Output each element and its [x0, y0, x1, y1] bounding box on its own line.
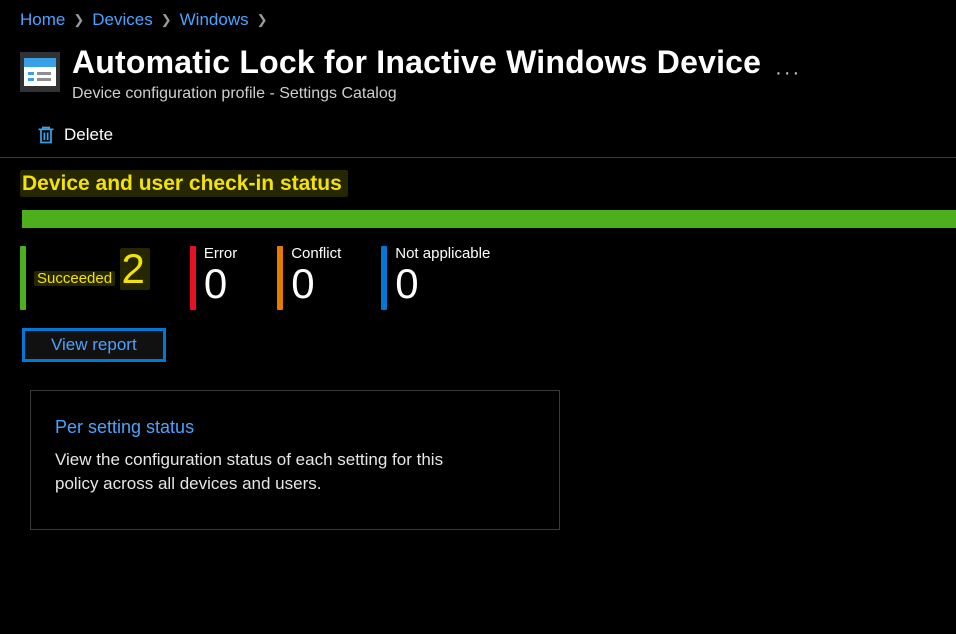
page-title: Automatic Lock for Inactive Windows Devi…	[72, 44, 761, 81]
status-heading: Device and user check-in status	[20, 172, 936, 196]
stat-label: Error	[204, 246, 237, 261]
trash-icon	[36, 125, 56, 145]
status-progress-bar	[22, 210, 956, 228]
page-subtitle: Device configuration profile - Settings …	[72, 85, 761, 103]
delete-button[interactable]: Delete	[36, 125, 113, 145]
more-actions-button[interactable]: ···	[775, 62, 801, 85]
breadcrumb-devices[interactable]: Devices	[92, 10, 152, 30]
page-header: Automatic Lock for Inactive Windows Devi…	[0, 36, 956, 107]
status-stats: Succeeded 2 Error 0 Conflict 0 Not appli…	[0, 228, 956, 314]
stat-not-applicable: Not applicable 0	[381, 246, 490, 310]
settings-catalog-icon	[20, 52, 60, 92]
breadcrumb-home[interactable]: Home	[20, 10, 65, 30]
stat-value: 0	[204, 263, 237, 305]
card-description: View the configuration status of each se…	[55, 448, 455, 496]
stat-bar-succeeded	[20, 246, 26, 310]
stat-label: Succeeded	[34, 271, 115, 286]
stat-value: 2	[120, 248, 150, 290]
stat-value: 0	[291, 263, 341, 305]
chevron-right-icon: ❯	[257, 12, 268, 28]
command-bar: Delete	[0, 107, 956, 158]
stat-succeeded: Succeeded 2	[20, 246, 150, 310]
stat-conflict: Conflict 0	[277, 246, 341, 310]
chevron-right-icon: ❯	[73, 12, 84, 28]
delete-label: Delete	[64, 125, 113, 145]
stat-error: Error 0	[190, 246, 237, 310]
chevron-right-icon: ❯	[161, 12, 172, 28]
stat-label: Conflict	[291, 246, 341, 261]
view-report-button[interactable]: View report	[22, 328, 166, 362]
stat-bar-not-applicable	[381, 246, 387, 310]
per-setting-status-card[interactable]: Per setting status View the configuratio…	[30, 390, 560, 531]
stat-value: 0	[395, 263, 490, 305]
stat-label: Not applicable	[395, 246, 490, 261]
breadcrumb: Home ❯ Devices ❯ Windows ❯	[0, 0, 956, 36]
stat-bar-error	[190, 246, 196, 310]
stat-bar-conflict	[277, 246, 283, 310]
card-title: Per setting status	[55, 417, 535, 438]
breadcrumb-windows[interactable]: Windows	[180, 10, 249, 30]
